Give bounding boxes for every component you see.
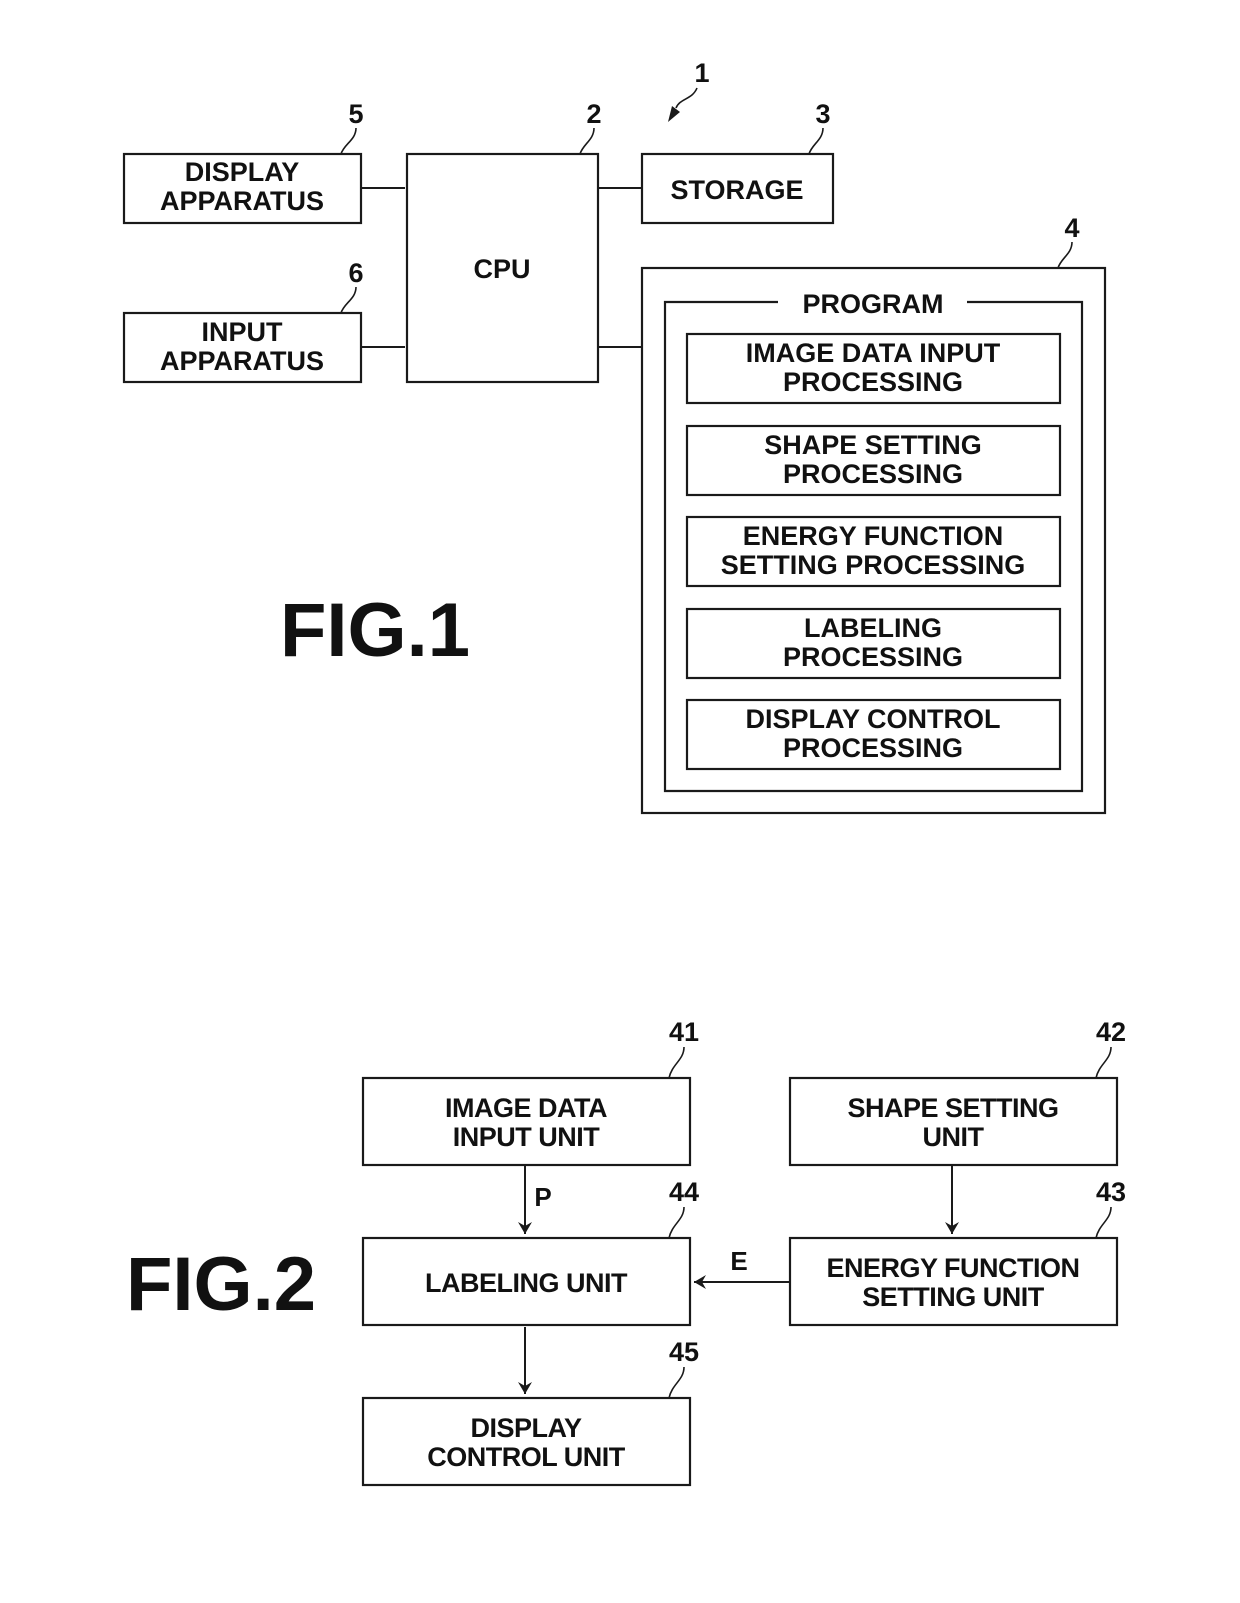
cpu-block: CPU 2: [405, 99, 602, 384]
signal-e-label: E: [730, 1246, 747, 1276]
program-container: 4 PROGRAM IMAGE DATA INPUT PROCESSING SH…: [640, 213, 1107, 815]
labeling-unit-ref: 44: [669, 1177, 699, 1207]
patent-drawing-sheet: 1 DISPLAY APPARATUS 5 INPUT APPARATUS 6 …: [122, 58, 1126, 1487]
program-module-energy-function-setting: ENERGY FUNCTION SETTING PROCESSING: [685, 515, 1062, 588]
energy-function-setting-unit-label-line2: SETTING UNIT: [862, 1282, 1045, 1312]
module-label-line2: SETTING PROCESSING: [721, 550, 1026, 580]
system-reference-numeral: 1: [694, 58, 709, 88]
module-label-line1: ENERGY FUNCTION: [743, 521, 1004, 551]
program-module-image-data-input: IMAGE DATA INPUT PROCESSING: [685, 332, 1062, 405]
energy-function-setting-unit-leader: [1095, 1206, 1112, 1239]
cpu-ref: 2: [586, 99, 601, 129]
labeling-unit-block: LABELING UNIT 44: [361, 1177, 699, 1327]
input-apparatus-leader: [340, 286, 357, 314]
shape-setting-unit-leader: [1095, 1046, 1112, 1079]
display-apparatus-label-line1: DISPLAY: [185, 157, 300, 187]
storage-ref: 3: [815, 99, 830, 129]
module-label-line2: PROCESSING: [783, 459, 963, 489]
input-apparatus-label-line1: INPUT: [202, 317, 284, 347]
figure-2-title: FIG.2: [126, 1242, 316, 1327]
image-data-input-unit-leader: [668, 1046, 685, 1079]
image-data-input-unit-block: IMAGE DATA INPUT UNIT 41: [361, 1017, 699, 1167]
system-leader-arrowhead: [668, 106, 680, 122]
shape-setting-unit-ref: 42: [1096, 1017, 1126, 1047]
energy-function-setting-unit-block: ENERGY FUNCTION SETTING UNIT 43: [788, 1177, 1126, 1327]
display-control-unit-label-line2: CONTROL UNIT: [427, 1442, 625, 1472]
program-container-ref: 4: [1064, 213, 1079, 243]
storage-label: STORAGE: [670, 175, 803, 205]
display-control-unit-leader: [668, 1366, 685, 1399]
module-label-line1: DISPLAY CONTROL: [745, 704, 1000, 734]
program-module-display-control: DISPLAY CONTROL PROCESSING: [685, 698, 1062, 771]
input-apparatus-label-line2: APPARATUS: [160, 346, 324, 376]
system-leader-line: [675, 87, 698, 109]
image-data-input-unit-ref: 41: [669, 1017, 699, 1047]
display-control-unit-block: DISPLAY CONTROL UNIT 45: [361, 1337, 699, 1487]
figure-2: P E IMAGE DATA INPUT UNIT 41 SHAPE SETTI…: [126, 1017, 1126, 1487]
module-label-line2: PROCESSING: [783, 367, 963, 397]
module-label-line1: IMAGE DATA INPUT: [746, 338, 1001, 368]
display-control-unit-ref: 45: [669, 1337, 699, 1367]
display-control-unit-label-line1: DISPLAY: [470, 1413, 582, 1443]
cpu-leader: [579, 127, 595, 155]
labeling-unit-label: LABELING UNIT: [425, 1268, 628, 1298]
shape-setting-unit-block: SHAPE SETTING UNIT 42: [788, 1017, 1126, 1167]
image-data-input-unit-label-line2: INPUT UNIT: [453, 1122, 601, 1152]
program-module-shape-setting: SHAPE SETTING PROCESSING: [685, 424, 1062, 497]
program-container-leader: [1057, 241, 1073, 269]
energy-function-setting-unit-ref: 43: [1096, 1177, 1126, 1207]
figure-1: 1 DISPLAY APPARATUS 5 INPUT APPARATUS 6 …: [122, 58, 1107, 815]
display-apparatus-ref: 5: [348, 99, 363, 129]
module-label-line2: PROCESSING: [783, 642, 963, 672]
figure-1-title: FIG.1: [280, 588, 470, 673]
display-apparatus-label-line2: APPARATUS: [160, 186, 324, 216]
labeling-unit-leader: [668, 1206, 685, 1239]
shape-setting-unit-label-line2: UNIT: [923, 1122, 985, 1152]
display-apparatus-block: DISPLAY APPARATUS 5: [122, 99, 364, 225]
signal-p-label: P: [534, 1182, 551, 1212]
shape-setting-unit-label-line1: SHAPE SETTING: [847, 1093, 1058, 1123]
input-apparatus-ref: 6: [348, 258, 363, 288]
energy-function-setting-unit-label-line1: ENERGY FUNCTION: [826, 1253, 1079, 1283]
module-label-line2: PROCESSING: [783, 733, 963, 763]
program-module-labeling: LABELING PROCESSING: [685, 607, 1062, 680]
cpu-label: CPU: [473, 254, 530, 284]
storage-leader: [808, 127, 824, 155]
module-label-line1: SHAPE SETTING: [764, 430, 982, 460]
input-apparatus-block: INPUT APPARATUS 6: [122, 258, 364, 384]
module-label-line1: LABELING: [804, 613, 942, 643]
display-apparatus-leader: [340, 127, 357, 155]
image-data-input-unit-label-line1: IMAGE DATA: [445, 1093, 607, 1123]
program-title: PROGRAM: [803, 289, 944, 319]
